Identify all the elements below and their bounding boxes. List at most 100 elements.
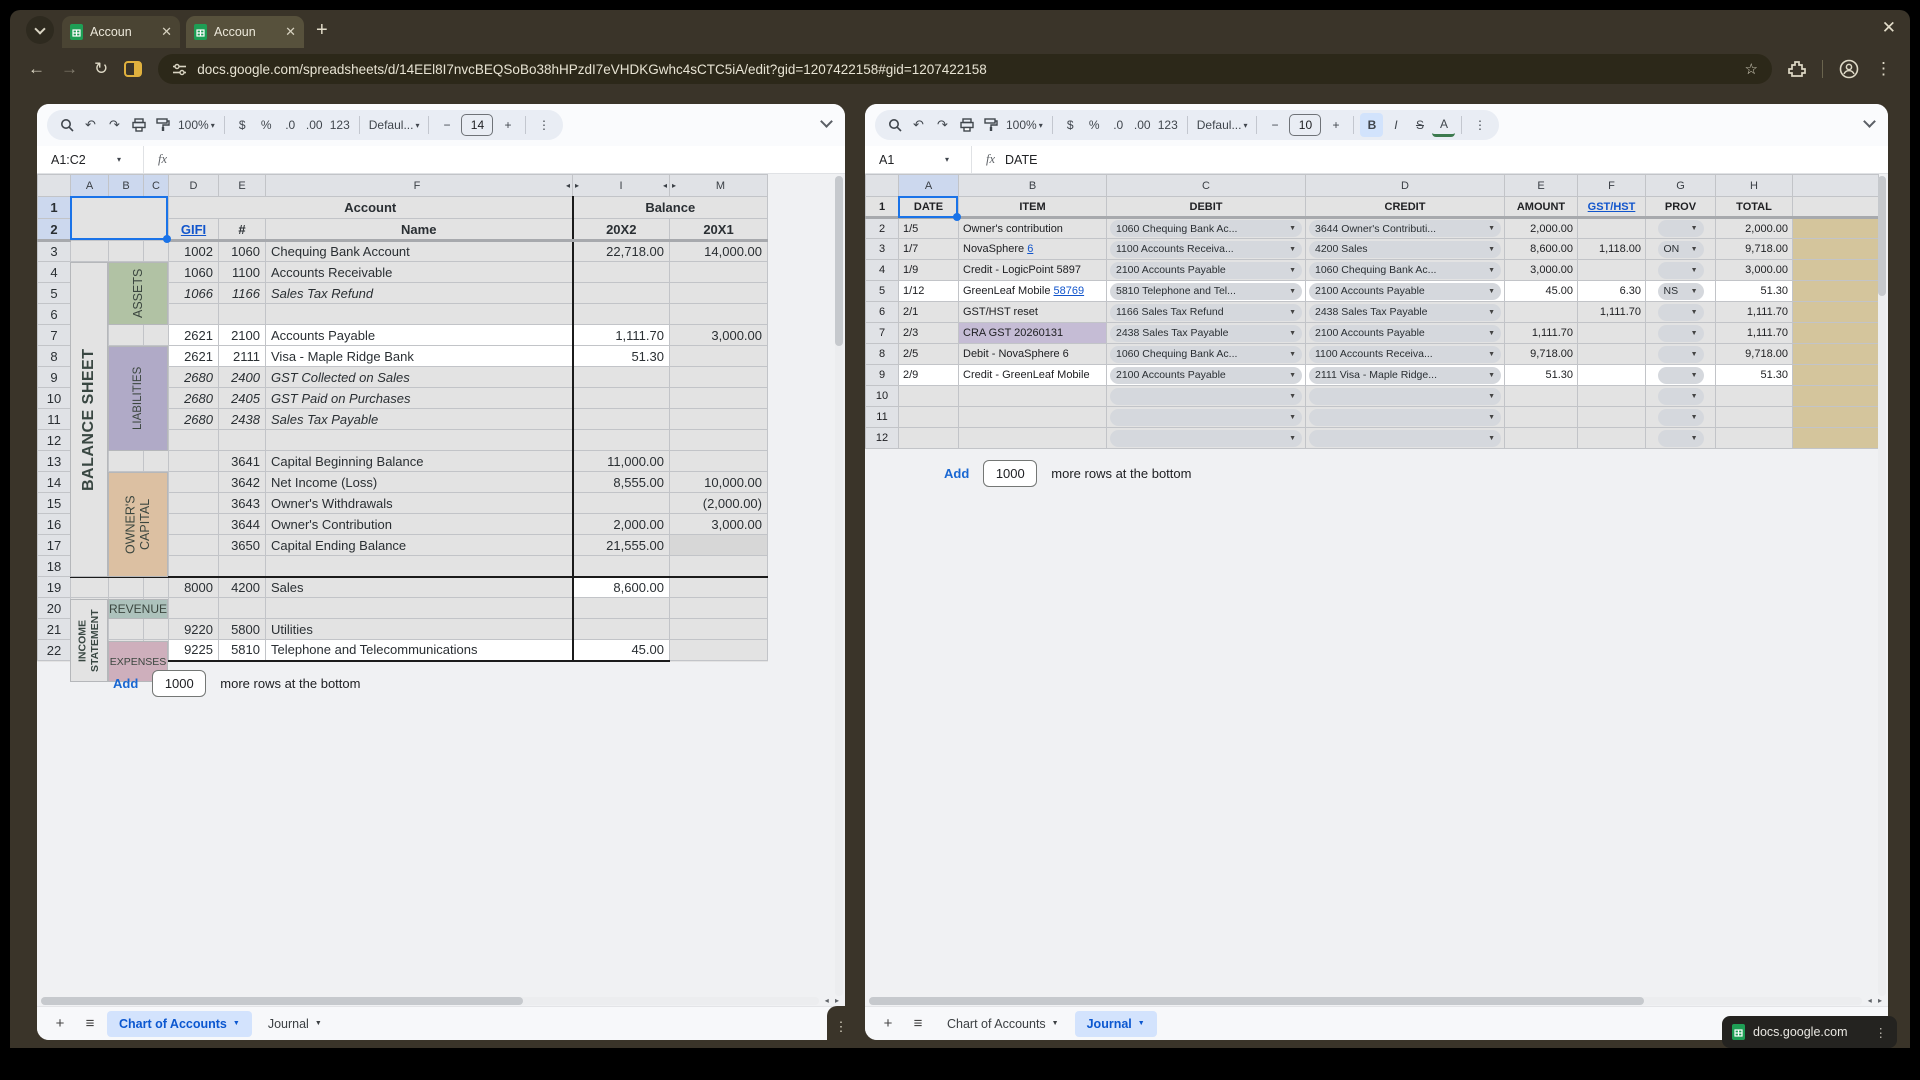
hidden-cols-icon[interactable]: ◂	[663, 181, 667, 190]
row-header[interactable]: 6	[37, 303, 71, 325]
cell-account-name[interactable]: Owner's Contribution	[265, 513, 573, 535]
cell-extra[interactable]	[1792, 301, 1879, 323]
row-header[interactable]: 3	[37, 240, 71, 262]
profile-avatar-icon[interactable]	[1839, 59, 1859, 79]
cell-total[interactable]	[1715, 406, 1793, 428]
header-20x1[interactable]: 20X1	[669, 218, 768, 242]
cell-extra[interactable]	[1792, 385, 1879, 407]
cell-account-number[interactable]: 2438	[218, 408, 266, 430]
row-header[interactable]: 17	[37, 534, 71, 556]
origin-chip[interactable]: docs.google.com ⋮	[1722, 1016, 1897, 1048]
horizontal-scrollbar[interactable]	[41, 997, 819, 1005]
cell-20x1[interactable]	[669, 555, 768, 577]
cell-account-number[interactable]: 3642	[218, 471, 266, 493]
cell-gifi[interactable]	[168, 492, 219, 514]
cell-prov[interactable]: ▼	[1645, 322, 1716, 344]
col-header-M[interactable]: ▸ M	[669, 174, 768, 197]
cell-gifi[interactable]	[168, 429, 219, 451]
italic-button[interactable]: I	[1384, 113, 1407, 137]
row-header[interactable]: 19	[37, 576, 71, 598]
cell-gst[interactable]	[1577, 385, 1646, 407]
cell-account-number[interactable]: 3643	[218, 492, 266, 514]
cell-account-number[interactable]: 2405	[218, 387, 266, 409]
cell-account-number[interactable]: 2100	[218, 324, 266, 346]
redo-icon[interactable]: ↷	[931, 113, 954, 137]
cell-account-name[interactable]: Visa - Maple Ridge Bank	[265, 345, 573, 367]
dropdown-chip[interactable]: 1060 Chequing Bank Ac... ▼	[1309, 261, 1501, 279]
col-header-B[interactable]: B	[108, 174, 144, 197]
row-header[interactable]: 3	[865, 238, 899, 260]
cell-account-number[interactable]: 1166	[218, 282, 266, 304]
cell-20x2[interactable]: 8,555.00	[571, 471, 670, 493]
cell-prov[interactable]: ▼	[1645, 385, 1716, 407]
cell-20x2[interactable]	[571, 387, 670, 409]
cell-20x1[interactable]	[669, 408, 768, 430]
dropdown-chip[interactable]: 2438 Sales Tax Payable ▼	[1309, 303, 1501, 321]
font-select[interactable]: Defaul... ▾	[1194, 113, 1251, 137]
cell-gst[interactable]: 1,111.70	[1577, 301, 1646, 323]
cell-prov[interactable]: ▼	[1645, 427, 1716, 449]
cell-gifi[interactable]: 8000	[168, 575, 219, 598]
site-settings-icon[interactable]	[172, 62, 187, 77]
header-total[interactable]: TOTAL	[1715, 196, 1793, 219]
cell-20x2[interactable]	[571, 555, 670, 577]
row-header[interactable]: 6	[865, 301, 899, 323]
cell-gst[interactable]: 6.30	[1577, 280, 1646, 302]
cell-account-number[interactable]: 5810	[218, 639, 266, 662]
cell-20x2[interactable]: 21,555.00	[571, 534, 670, 556]
reload-icon[interactable]: ↻	[94, 59, 108, 79]
scroll-arrows[interactable]: ◂ ▸	[825, 996, 841, 1005]
cell-20x1[interactable]	[669, 282, 768, 304]
add-rows-count-input[interactable]: 1000	[983, 460, 1038, 487]
extensions-icon[interactable]	[1788, 60, 1806, 78]
row-header[interactable]: 4	[865, 259, 899, 281]
header-balance[interactable]: Balance	[571, 196, 768, 219]
cell-gifi[interactable]	[168, 534, 219, 556]
row-header[interactable]: 10	[37, 387, 71, 409]
undo-icon[interactable]: ↶	[79, 113, 102, 137]
cell-account-number[interactable]	[218, 597, 266, 619]
dropdown-chip[interactable]: ▼	[1657, 408, 1704, 426]
cell-20x1[interactable]: 3,000.00	[669, 324, 768, 346]
cell[interactable]	[108, 240, 144, 262]
paint-format-icon[interactable]	[151, 113, 174, 137]
dropdown-chip[interactable]: ▼	[1657, 303, 1704, 321]
cell-20x1[interactable]	[669, 618, 768, 640]
print-icon[interactable]	[127, 113, 150, 137]
font-size-increase[interactable]: +	[1324, 113, 1347, 137]
cell-20x1[interactable]	[669, 575, 768, 598]
col-header-D[interactable]: D	[1305, 174, 1505, 197]
cell-account-number[interactable]: 3650	[218, 534, 266, 556]
cell-total[interactable]: 3,000.00	[1715, 259, 1793, 281]
dropdown-chip[interactable]: ▼	[1657, 324, 1704, 342]
font-size-input[interactable]: 10	[1289, 114, 1322, 136]
add-sheet-icon[interactable]: +	[875, 1015, 901, 1032]
cell-A1-merged[interactable]	[70, 196, 169, 241]
cell-account-name[interactable]: Chequing Bank Account	[265, 240, 573, 262]
cell-prov[interactable]: ▼	[1645, 343, 1716, 365]
cell-account-number[interactable]: 5800	[218, 618, 266, 640]
cell-total[interactable]: 9,718.00	[1715, 343, 1793, 365]
new-tab-button[interactable]: +	[316, 19, 328, 42]
cell-debit[interactable]: 2100 Accounts Payable ▼	[1106, 364, 1306, 386]
cell-extra[interactable]	[1792, 238, 1879, 260]
cell-account-name[interactable]: GST Paid on Purchases	[265, 387, 573, 409]
cell-20x2[interactable]	[571, 282, 670, 304]
dropdown-chip[interactable]: 1060 Chequing Bank Ac... ▼	[1110, 345, 1302, 363]
cell-amount[interactable]: 9,718.00	[1504, 343, 1578, 365]
row-header[interactable]: 1	[865, 196, 899, 219]
vertical-scrollbar[interactable]	[835, 176, 843, 996]
cell-account-number[interactable]: 3641	[218, 450, 266, 472]
dropdown-chip[interactable]: ▼	[1657, 220, 1704, 237]
format-currency-button[interactable]: $	[231, 113, 254, 137]
cell-date[interactable]: 1/7	[898, 238, 959, 260]
cell-gifi[interactable]: 2680	[168, 408, 219, 430]
cell-20x1[interactable]	[669, 450, 768, 472]
origin-chip-menu-icon[interactable]: ⋮	[1875, 1025, 1888, 1040]
add-rows-count-input[interactable]: 1000	[152, 670, 207, 697]
cell-debit[interactable]: ▼	[1106, 427, 1306, 449]
cell-amount[interactable]	[1504, 406, 1578, 428]
paint-format-icon[interactable]	[979, 113, 1002, 137]
col-header-H[interactable]: H	[1715, 174, 1793, 197]
cell-total[interactable]: 51.30	[1715, 364, 1793, 386]
